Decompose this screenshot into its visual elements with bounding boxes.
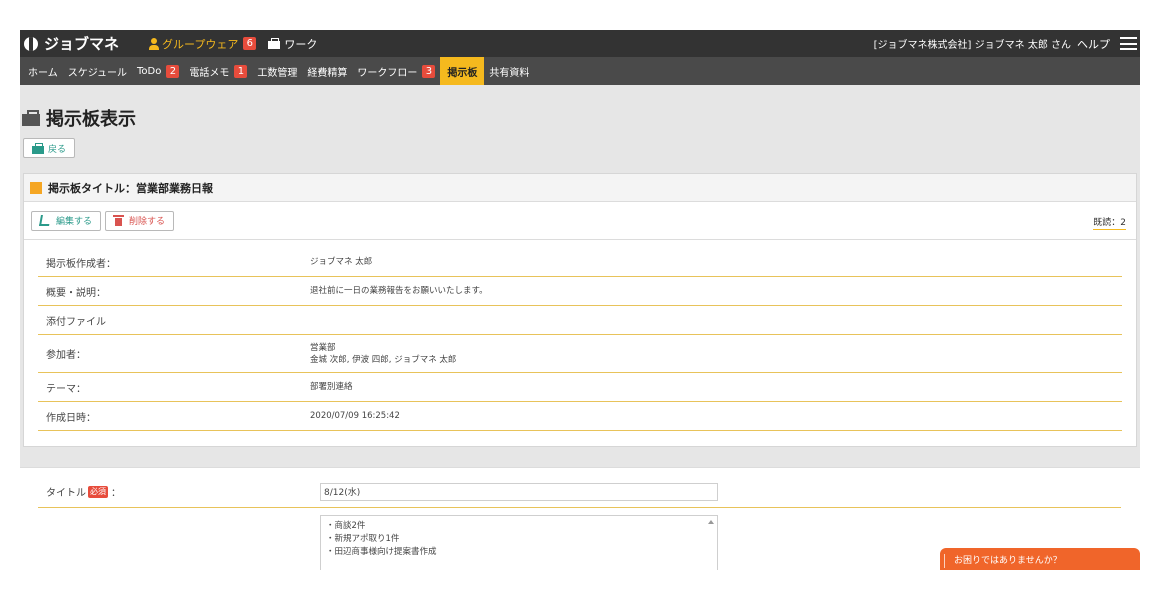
nav-man-hours[interactable]: 工数管理: [252, 57, 302, 85]
info-value: 2020/07/09 16:25:42: [310, 411, 400, 421]
nav-label: スケジュール: [67, 67, 128, 79]
help-chat-tab[interactable]: お困りではありませんか？: [940, 548, 1140, 570]
workflow-badge: 3: [422, 64, 436, 78]
nav-label: 工数管理: [257, 67, 298, 79]
title-input[interactable]: 8/12(水): [320, 482, 718, 501]
delete-button[interactable]: 削除する: [105, 210, 175, 231]
nav-expenses[interactable]: 経費精算: [302, 57, 352, 85]
nav-label: 電話メモ: [189, 67, 230, 79]
briefcase-icon: [268, 38, 281, 49]
company-user[interactable]: [ジョブマネ株式会社] ジョブマネ 太郎 さん: [874, 36, 1071, 51]
participant-group: 営業部: [310, 342, 336, 353]
briefcase-icon: [32, 143, 44, 154]
info-label: 掲示板作成者：: [46, 258, 116, 270]
body-textarea[interactable]: ・商談2件 ・新規アポ取り1件 ・田辺商事様向け提案書作成: [320, 515, 718, 570]
nav-bulletin-board[interactable]: 掲示板: [440, 57, 485, 85]
info-label: 概要・説明：: [46, 287, 106, 299]
body-line: ・商談2件: [326, 521, 366, 531]
info-value: 退社前に一日の業務報告をお願いいたします。: [310, 286, 488, 296]
info-label: 作成日時：: [46, 412, 96, 424]
nav-label: 共有資料: [489, 67, 530, 79]
user-area: [ジョブマネ株式会社] ジョブマネ 太郎 さん ヘルプ: [874, 36, 1140, 52]
pen-icon: [39, 215, 51, 226]
logo-icon: [24, 36, 38, 51]
app-frame: ジョブマネ グループウェア 6 ワーク [ジョブマネ株式会社] ジョブマネ 太郎…: [20, 30, 1140, 570]
form-row-title: タイトル 必須 ： 8/12(水): [38, 476, 1121, 508]
phone-memo-badge: 1: [234, 64, 248, 78]
main-nav: ホーム スケジュール ToDo 2 電話メモ 1 工数管理 経費精算 ワークフロー 3…: [20, 57, 1140, 85]
nav-workflow[interactable]: ワークフロー 3: [352, 57, 440, 85]
title-label-text: タイトル: [46, 488, 86, 499]
nav-label: ホーム: [28, 67, 58, 79]
info-row-theme: テーマ： 部署別連絡: [38, 373, 1122, 402]
nav-label: ワークフロー: [357, 67, 418, 79]
menu-icon[interactable]: [1120, 37, 1137, 50]
info-value: ジョブマネ 太郎: [310, 257, 373, 267]
work-menu[interactable]: ワーク: [268, 36, 317, 52]
required-badge: 必須: [88, 485, 108, 498]
logo-text: ジョブマネ: [44, 35, 120, 53]
edit-label: 編集する: [56, 217, 93, 227]
nav-shared-docs[interactable]: 共有資料: [484, 57, 534, 85]
participant-names: 金城 次郎, 伊波 四郎, ジョブマネ 太郎: [310, 354, 457, 365]
back-label: 戻る: [48, 144, 67, 155]
edit-button[interactable]: 編集する: [31, 210, 102, 231]
nav-label: 掲示板: [447, 67, 478, 79]
info-label: 参加者：: [46, 350, 86, 361]
title-label: タイトル 必須 ：: [38, 484, 320, 499]
todo-badge: 2: [166, 64, 180, 78]
page-title-text: 掲示板表示: [46, 109, 136, 130]
read-count[interactable]: 既読：2: [1093, 215, 1126, 230]
trash-icon: [113, 215, 125, 226]
info-label: テーマ：: [46, 383, 86, 395]
nav-label: 経費精算: [307, 67, 348, 79]
page-title: 掲示板表示: [22, 105, 136, 131]
body-line: ・新規アポ取り1件: [326, 534, 400, 544]
help-link[interactable]: ヘルプ: [1077, 36, 1110, 52]
groupware-menu[interactable]: グループウェア 6: [149, 36, 257, 52]
nav-phone-memo[interactable]: 電話メモ 1: [184, 57, 252, 85]
back-button[interactable]: 戻る: [23, 138, 76, 158]
work-label: ワーク: [284, 37, 318, 51]
panel-heading-text: 掲示板タイトル：営業部業務日報: [48, 181, 213, 195]
panel-toolbar: 編集する 削除する 既読：2: [24, 202, 1136, 240]
scroll-up-icon[interactable]: [708, 520, 714, 524]
info-value: 部署別連絡: [310, 382, 353, 392]
panel-heading: 掲示板タイトル：営業部業務日報: [24, 174, 1136, 202]
title-label-colon: ：: [111, 488, 121, 499]
info-value: 営業部 金城 次郎, 伊波 四郎, ジョブマネ 太郎: [310, 342, 456, 366]
groupware-badge: 6: [243, 37, 257, 50]
info-row-summary: 概要・説明： 退社前に一日の業務報告をお願いいたします。: [38, 277, 1122, 306]
nav-schedule[interactable]: スケジュール: [63, 57, 132, 85]
info-row-created: 作成日時： 2020/07/09 16:25:42: [38, 402, 1122, 431]
groupware-label: グループウェア: [162, 37, 239, 51]
body-line: ・田辺商事様向け提案書作成: [326, 547, 437, 557]
person-icon: [149, 37, 160, 50]
bulletin-detail-panel: 掲示板タイトル：営業部業務日報 編集する 削除する 既読：2 掲示板作成者： ジ…: [23, 173, 1137, 447]
info-row-author: 掲示板作成者： ジョブマネ 太郎: [38, 248, 1122, 277]
briefcase-icon: [22, 110, 40, 126]
info-table: 掲示板作成者： ジョブマネ 太郎 概要・説明： 退社前に一日の業務報告をお願いい…: [24, 240, 1136, 431]
logo[interactable]: ジョブマネ: [24, 30, 119, 57]
info-label: 添付ファイル: [46, 316, 106, 328]
nav-label: ToDo: [137, 65, 162, 77]
nav-todo[interactable]: ToDo 2: [132, 57, 184, 85]
info-row-participants: 参加者： 営業部 金城 次郎, 伊波 四郎, ジョブマネ 太郎: [38, 335, 1122, 373]
square-icon: [30, 181, 42, 194]
info-row-attachment: 添付ファイル: [38, 306, 1122, 335]
top-bar: ジョブマネ グループウェア 6 ワーク [ジョブマネ株式会社] ジョブマネ 太郎…: [20, 30, 1140, 57]
delete-label: 削除する: [129, 217, 166, 227]
nav-home[interactable]: ホーム: [20, 57, 63, 85]
